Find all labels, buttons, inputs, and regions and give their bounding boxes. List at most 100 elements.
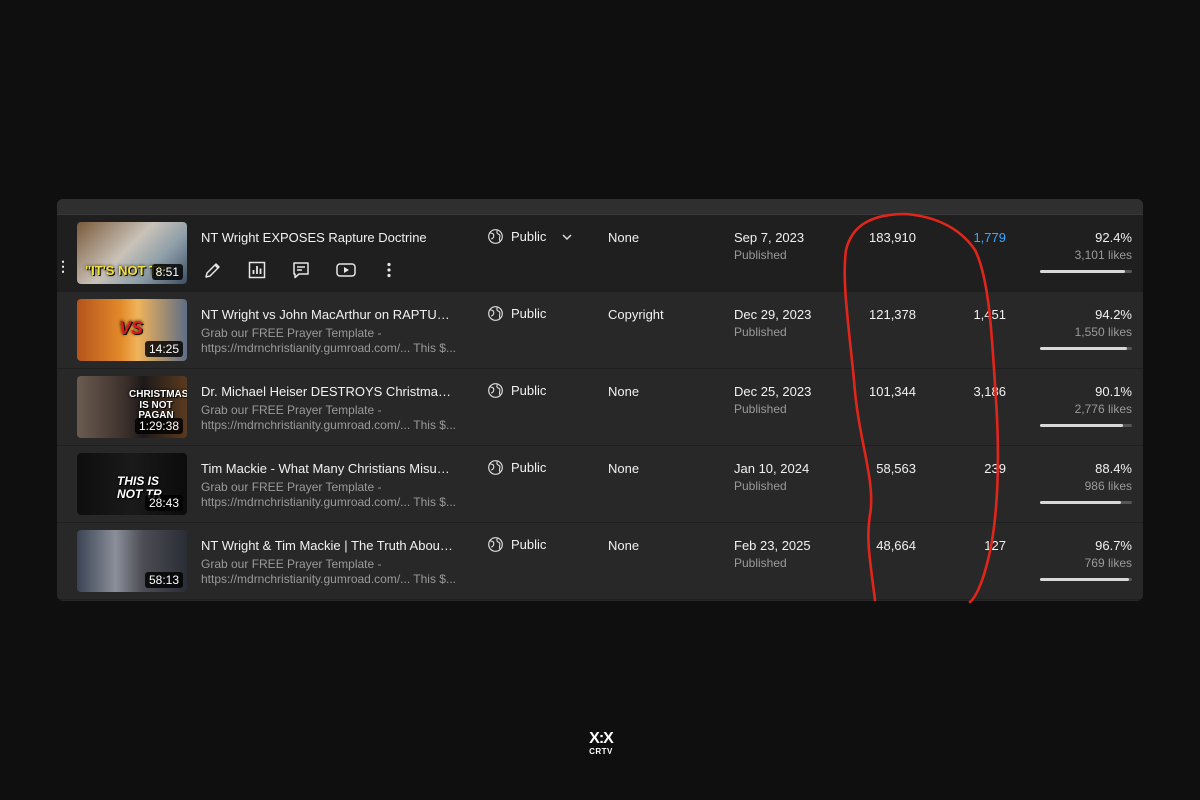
publish-date: Jan 10, 2024 [734,461,810,476]
logo-text: CRTV [589,747,613,756]
globe-icon [488,383,503,398]
comments-count[interactable]: 1,451 [973,307,1006,322]
comments-count[interactable]: 127 [984,538,1006,553]
video-duration: 1:29:38 [134,418,183,434]
video-title[interactable]: NT Wright vs John MacArthur on RAPTURE D… [201,307,456,322]
views-count: 183,910 [869,230,916,245]
table-row[interactable]: THIS IS NOT TR 28:43 Tim Mackie - What M… [57,446,1143,523]
video-description: Grab our FREE Prayer Template - https://… [201,480,456,510]
description-line: https://mdrnchristianity.gumroad.com/...… [201,341,456,355]
visibility-label: Public [511,460,547,475]
publish-date: Dec 29, 2023 [734,307,812,322]
video-thumbnail[interactable]: VS 14:25 [77,299,187,361]
logo-mark: X:X [589,730,614,747]
like-ratio-bar [1040,501,1132,504]
drag-handle-icon[interactable]: ⋮ [57,259,70,273]
publish-status: Published [734,402,787,416]
video-duration: 14:25 [144,341,183,357]
comments-count[interactable]: 3,186 [973,384,1006,399]
restrictions: None [608,230,640,245]
publish-status: Published [734,325,787,339]
publish-status: Published [734,556,787,570]
description-line: https://mdrnchristianity.gumroad.com/...… [201,418,456,432]
views-count: 121,378 [869,307,916,322]
like-percentage: 96.7% [1095,538,1132,553]
restrictions: None [608,384,640,399]
globe-icon [488,460,503,475]
description-line: https://mdrnchristianity.gumroad.com/...… [201,495,456,509]
likes-count: 1,550 likes [1074,325,1132,339]
analytics-icon[interactable] [247,259,291,281]
video-thumbnail[interactable]: 58:13 [77,530,187,592]
table-row[interactable]: VS 14:25 NT Wright vs John MacArthur on … [57,292,1143,369]
views-count: 58,563 [876,461,916,476]
visibility-label: Public [511,229,547,244]
like-percentage: 92.4% [1095,230,1132,245]
likes-count: 769 likes [1084,556,1132,570]
publish-status: Published [734,479,787,493]
description-line: Grab our FREE Prayer Template - [201,403,382,417]
video-duration: 58:13 [144,572,183,588]
video-duration: 28:43 [144,495,183,511]
restrictions: None [608,461,640,476]
visibility-status: Public [487,536,546,553]
video-title[interactable]: Tim Mackie - What Many Christians Misund… [201,461,456,476]
table-row[interactable]: 58:13 NT Wright & Tim Mackie | The Truth… [57,523,1143,600]
comments-icon[interactable] [291,259,335,281]
comments-count[interactable]: 239 [984,461,1006,476]
likes-count: 2,776 likes [1074,402,1132,416]
publish-date: Feb 23, 2025 [734,538,811,553]
visibility-label: Public [511,537,547,552]
restrictions: None [608,538,640,553]
video-duration: 8:51 [151,264,183,280]
thumbnail-text: VS [119,318,144,338]
globe-icon [488,537,503,552]
likes-count: 986 likes [1084,479,1132,493]
like-ratio-bar [1040,347,1132,350]
visibility-selector[interactable]: Public [487,228,573,245]
video-table: ⋮ "IT'S NOT TR 8:51 NT Wright EXPOSES Ra… [57,199,1143,601]
video-description: Grab our FREE Prayer Template - https://… [201,403,456,433]
views-count: 48,664 [876,538,916,553]
video-description: Grab our FREE Prayer Template - https://… [201,326,456,356]
video-title[interactable]: NT Wright EXPOSES Rapture Doctrine [201,230,456,245]
publish-status: Published [734,248,787,262]
description-line: Grab our FREE Prayer Template - [201,557,382,571]
visibility-status: Public [487,305,546,322]
globe-icon [488,229,503,244]
pencil-icon[interactable] [203,259,247,281]
visibility-status: Public [487,459,546,476]
video-thumbnail[interactable]: CHRISTMAS IS NOT PAGAN 1:29:38 [77,376,187,438]
video-thumbnail[interactable]: "IT'S NOT TR 8:51 [77,222,187,284]
comments-count[interactable]: 1,779 [973,230,1006,245]
chevron-down-icon[interactable] [561,231,573,243]
table-row[interactable]: ⋮ "IT'S NOT TR 8:51 NT Wright EXPOSES Ra… [57,215,1143,292]
video-thumbnail[interactable]: THIS IS NOT TR 28:43 [77,453,187,515]
description-line: Grab our FREE Prayer Template - [201,326,382,340]
publish-date: Sep 7, 2023 [734,230,805,245]
video-title[interactable]: NT Wright & Tim Mackie | The Truth About… [201,538,456,553]
visibility-status: Public [487,382,546,399]
table-header-strip [57,199,1143,215]
brand-logo: X:X CRTV [586,730,616,757]
visibility-label: Public [511,306,547,321]
like-percentage: 94.2% [1095,307,1132,322]
table-row[interactable]: CHRISTMAS IS NOT PAGAN 1:29:38 Dr. Micha… [57,369,1143,446]
globe-icon [488,306,503,321]
like-percentage: 90.1% [1095,384,1132,399]
video-title[interactable]: Dr. Michael Heiser DESTROYS Christmas Pa… [201,384,456,399]
like-ratio-bar [1040,270,1132,273]
publish-date: Dec 25, 2023 [734,384,812,399]
like-ratio-bar [1040,424,1132,427]
thumbnail-text: CHRISTMAS IS NOT PAGAN [129,389,187,421]
restrictions[interactable]: Copyright [608,307,664,322]
likes-count: 3,101 likes [1074,248,1132,262]
youtube-icon[interactable] [335,259,379,281]
like-percentage: 88.4% [1095,461,1132,476]
like-ratio-bar [1040,578,1132,581]
more-vert-icon[interactable] [379,259,423,281]
row-actions [203,259,423,281]
video-description: Grab our FREE Prayer Template - https://… [201,557,456,587]
description-line: Grab our FREE Prayer Template - [201,480,382,494]
visibility-label: Public [511,383,547,398]
